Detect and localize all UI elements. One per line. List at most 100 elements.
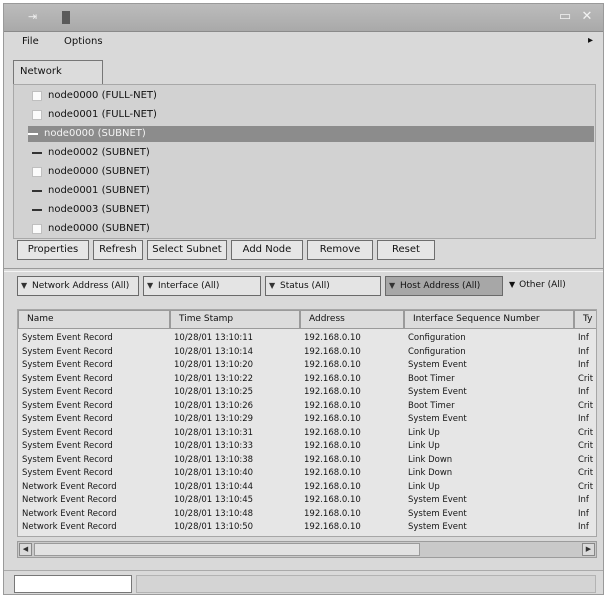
table-row[interactable]: System Event Record 10/28/01 13:10:31 192.… (18, 427, 596, 440)
node-item[interactable]: node0003 (SUBNET) (32, 202, 412, 218)
cell-name: System Event Record (22, 427, 113, 438)
cell-address: 192.168.0.10 (304, 400, 361, 411)
node-checkbox[interactable] (32, 190, 42, 192)
cell-time: 10/28/01 13:10:20 (174, 360, 254, 370)
cell-address: 192.168.0.10 (304, 508, 361, 519)
cell-name: System Event Record (22, 441, 113, 451)
cell-type: Crit (578, 441, 594, 451)
reset-button[interactable]: Reset (377, 240, 435, 260)
column-header-name[interactable]: Name (18, 310, 170, 329)
table-row[interactable]: System Event Record 10/28/01 13:10:29 192.… (18, 413, 596, 426)
cell-time: 10/28/01 13:10:38 (174, 454, 254, 465)
table-row[interactable]: System Event Record 10/28/01 13:10:33 192.… (18, 440, 596, 453)
node-checkbox[interactable] (32, 167, 42, 177)
cell-name: System Event Record (22, 333, 113, 343)
table-row[interactable]: Network Event Record 10/28/01 13:10:45 192… (18, 494, 596, 507)
table-row[interactable]: Network Event Record 10/28/01 13:10:50 192… (18, 521, 596, 534)
close-icon[interactable]: ✕ (579, 9, 595, 25)
column-header-time[interactable]: Time Stamp (170, 310, 300, 329)
cell-address: 192.168.0.10 (304, 481, 361, 492)
node-item[interactable]: node0000 (SUBNET) (32, 221, 412, 237)
cell-time: 10/28/01 13:10:14 (174, 346, 254, 357)
table-row[interactable]: System Event Record 10/28/01 13:10:38 192.… (18, 454, 596, 467)
node-item[interactable]: node0000 (FULL-NET) (32, 88, 412, 104)
cell-time: 10/28/01 13:10:11 (174, 333, 254, 343)
node-label: node0003 (SUBNET) (48, 204, 150, 215)
menu-overflow-icon[interactable]: ▸ (588, 35, 593, 46)
table-row[interactable]: Network Event Record 10/28/01 13:10:48 192… (18, 508, 596, 521)
cell-address: 192.168.0.10 (304, 333, 361, 343)
node-checkbox[interactable] (32, 152, 42, 154)
node-item[interactable]: node0000 (SUBNET) (32, 164, 412, 180)
table-row[interactable]: System Event Record 10/28/01 13:10:26 192.… (18, 400, 596, 413)
table-row[interactable]: System Event Record 10/28/01 13:10:14 192.… (18, 346, 596, 359)
node-item[interactable]: node0002 (SUBNET) (32, 145, 412, 161)
cell-address: 192.168.0.10 (304, 454, 361, 465)
cell-type: Inf (578, 495, 589, 505)
filter-host-address[interactable]: ▼ Host Address (All) (385, 276, 503, 296)
node-checkbox[interactable] (32, 209, 42, 211)
node-item[interactable]: node0000 (SUBNET) (28, 126, 594, 142)
cell-type: Crit (578, 454, 594, 465)
table-row[interactable]: System Event Record 10/28/01 13:10:11 192.… (18, 332, 596, 345)
horizontal-scrollbar[interactable]: ◀ ▶ (17, 541, 597, 558)
node-label: node0000 (SUBNET) (48, 166, 150, 177)
command-input[interactable] (14, 575, 132, 593)
cell-time: 10/28/01 13:10:48 (174, 508, 254, 519)
table-row[interactable]: System Event Record 10/28/01 13:10:22 192.… (18, 373, 596, 386)
filter-network-address[interactable]: ▼ Network Address (All) (17, 276, 139, 296)
event-table: Name Time Stamp Address Interface Sequen… (17, 309, 597, 537)
scroll-thumb[interactable] (34, 543, 420, 556)
column-header-type[interactable]: Ty (574, 310, 596, 329)
cell-interface: Configuration (408, 333, 466, 343)
cell-interface: Link Down (408, 468, 453, 478)
cell-type: Crit (578, 468, 594, 478)
cell-type: Inf (578, 360, 589, 370)
tab-network[interactable]: Network (13, 60, 103, 84)
add-node-button[interactable]: Add Node (231, 240, 303, 260)
menu-file[interactable]: File (22, 36, 39, 48)
cell-time: 10/28/01 13:10:25 (174, 387, 254, 397)
cell-name: Network Event Record (22, 481, 117, 492)
cell-interface: System Event (408, 495, 467, 505)
maximize-icon[interactable]: ▭ (557, 9, 573, 25)
table-row[interactable]: System Event Record 10/28/01 13:10:40 192.… (18, 467, 596, 480)
cell-type: Inf (578, 333, 589, 343)
scroll-left-icon[interactable]: ◀ (19, 543, 32, 556)
cell-address: 192.168.0.10 (304, 346, 361, 357)
cell-address: 192.168.0.10 (304, 373, 361, 384)
properties-button[interactable]: Properties (17, 240, 89, 260)
refresh-button[interactable]: Refresh (93, 240, 143, 260)
node-checkbox[interactable] (28, 133, 38, 135)
window-menu-icon[interactable]: ⇥ (28, 11, 42, 23)
node-checkbox[interactable] (32, 110, 42, 120)
menu-options[interactable]: Options (64, 36, 103, 48)
node-checkbox[interactable] (32, 224, 42, 234)
cell-type: Inf (578, 522, 589, 532)
table-row[interactable]: System Event Record 10/28/01 13:10:25 192.… (18, 386, 596, 399)
column-header-interface[interactable]: Interface Sequence Number (404, 310, 574, 329)
table-row[interactable]: System Event Record 10/28/01 13:10:20 192.… (18, 359, 596, 372)
cell-name: System Event Record (22, 346, 113, 357)
scroll-right-icon[interactable]: ▶ (582, 543, 595, 556)
title-bar[interactable]: ⇥ ▭ ✕ (4, 4, 603, 32)
app-window: ⇥ ▭ ✕ File Options ▸ Network node0000 (F… (3, 3, 604, 595)
remove-button[interactable]: Remove (307, 240, 373, 260)
cell-interface: Boot Timer (408, 400, 455, 411)
dropdown-arrow-icon: ▼ (509, 280, 516, 289)
node-item[interactable]: node0001 (FULL-NET) (32, 107, 412, 123)
filter-status[interactable]: ▼ Status (All) (265, 276, 381, 296)
cell-interface: Boot Timer (408, 373, 455, 384)
filter-interface[interactable]: ▼ Interface (All) (143, 276, 261, 296)
cell-address: 192.168.0.10 (304, 414, 361, 424)
column-header-address[interactable]: Address (300, 310, 404, 329)
node-item[interactable]: node0001 (SUBNET) (32, 183, 412, 199)
cell-address: 192.168.0.10 (304, 495, 361, 505)
select-subnet-button[interactable]: Select Subnet (147, 240, 227, 260)
table-row[interactable]: Network Event Record 10/28/01 13:10:44 192… (18, 481, 596, 494)
node-checkbox[interactable] (32, 91, 42, 101)
cell-interface: System Event (408, 508, 467, 519)
filter-other[interactable]: ▼ Other (All) (509, 276, 566, 296)
cell-time: 10/28/01 13:10:50 (174, 522, 254, 532)
node-label: node0000 (SUBNET) (48, 223, 150, 234)
